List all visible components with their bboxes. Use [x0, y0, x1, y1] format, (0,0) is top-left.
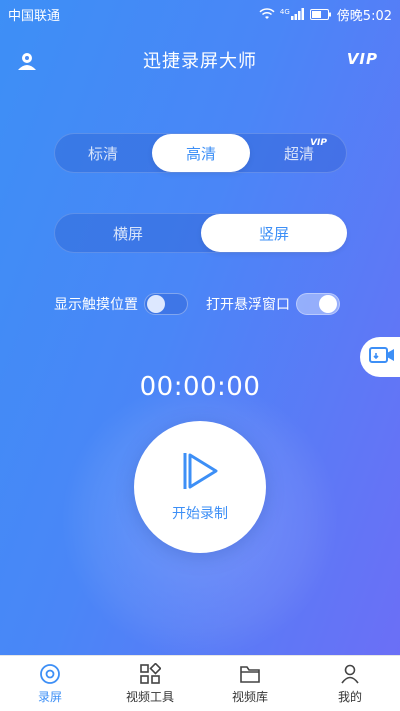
floating-window-label: 打开悬浮窗口 — [206, 297, 290, 313]
show-touch-row: 显示触摸位置 — [54, 292, 188, 316]
play-icon — [182, 451, 218, 495]
main-screen: 中国联通 4G 傍晚5:02 迅捷录屏大师 VIP 标清 高清 超清 VIP 横… — [0, 0, 400, 655]
battery-icon — [309, 8, 332, 20]
profile-icon — [341, 664, 359, 683]
record-disc-icon — [40, 663, 60, 684]
toggle-knob — [319, 295, 337, 313]
nav-item-label: 录屏 — [37, 689, 62, 704]
toggle-knob — [147, 295, 165, 313]
show-touch-label: 显示触摸位置 — [54, 297, 138, 313]
user-icon[interactable] — [16, 50, 38, 72]
floating-window-toggle[interactable] — [296, 293, 340, 315]
network-type-label: 4G — [279, 8, 290, 16]
nav-item-video-library[interactable]: 视频库 — [200, 656, 300, 711]
show-touch-toggle[interactable] — [144, 293, 188, 315]
start-recording-button[interactable]: 开始录制 — [134, 421, 266, 553]
quality-option-uhd[interactable]: 超清 VIP — [251, 134, 347, 172]
status-time: 傍晚5:02 — [336, 8, 392, 24]
vip-badge: VIP — [310, 138, 327, 148]
nav-item-label: 视频库 — [231, 689, 268, 704]
status-bar: 中国联通 4G 傍晚5:02 — [0, 0, 400, 28]
orientation-selector: 横屏 竖屏 — [54, 213, 347, 253]
quality-option-hd[interactable]: 高清 — [152, 134, 250, 172]
page-title: 迅捷录屏大师 — [143, 51, 257, 72]
orientation-portrait[interactable]: 竖屏 — [201, 214, 347, 252]
signal-icon: 4G — [280, 8, 305, 20]
recording-timer: 00:00:00 — [139, 372, 261, 402]
floating-window-row: 打开悬浮窗口 — [206, 292, 340, 316]
nav-item-record[interactable]: 录屏 — [0, 656, 100, 711]
floating-camera-button[interactable] — [360, 337, 400, 377]
nav-item-video-tools[interactable]: 视频工具 — [100, 656, 200, 711]
quality-option-sd[interactable]: 标清 — [55, 134, 151, 172]
title-bar: 迅捷录屏大师 VIP — [0, 28, 400, 92]
nav-item-label: 视频工具 — [125, 689, 174, 704]
quality-selector: 标清 高清 超清 VIP — [54, 133, 347, 173]
nav-item-label: 我的 — [337, 689, 362, 704]
orientation-landscape[interactable]: 横屏 — [55, 214, 201, 252]
nav-item-me[interactable]: 我的 — [300, 656, 400, 711]
carrier-name: 中国联通 — [8, 8, 61, 24]
tools-grid-icon — [140, 662, 161, 684]
video-camera-icon — [369, 345, 395, 369]
start-recording-label: 开始录制 — [172, 506, 228, 522]
bottom-nav: 录屏 视频工具 视频库 我的 — [0, 655, 400, 711]
vip-button[interactable]: VIP — [347, 50, 378, 68]
wifi-icon — [259, 8, 275, 20]
folder-icon — [240, 665, 260, 683]
